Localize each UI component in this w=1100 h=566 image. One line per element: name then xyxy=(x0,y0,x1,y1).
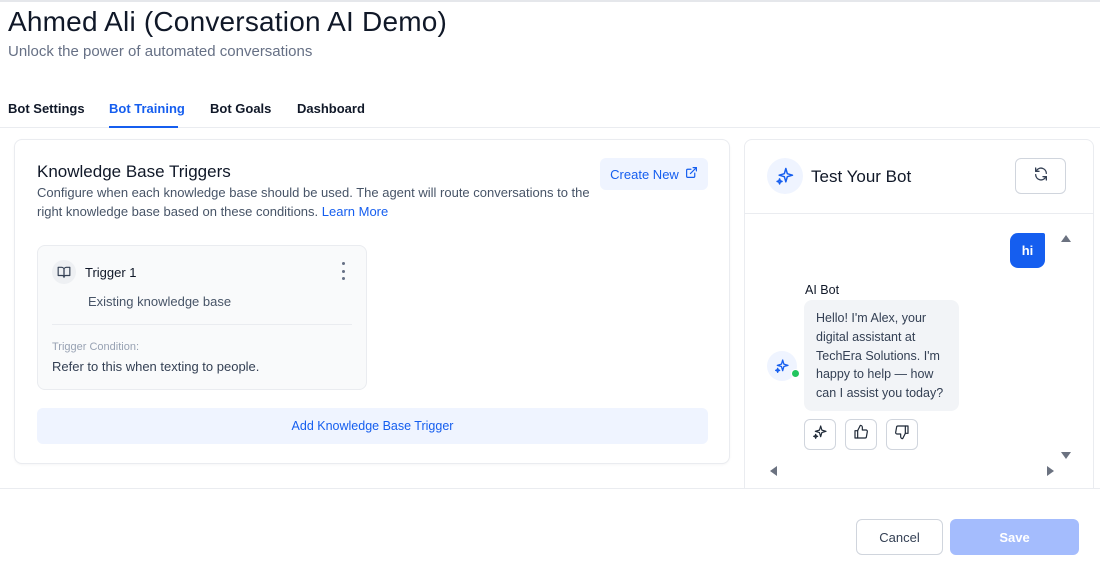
footer-bar: Cancel Save xyxy=(0,488,1100,566)
trigger-condition: Refer to this when texting to people. xyxy=(52,359,260,374)
page-title: Ahmed Ali (Conversation AI Demo) xyxy=(8,6,448,37)
book-icon xyxy=(52,260,76,284)
tab-bot-training[interactable]: Bot Training xyxy=(109,101,185,116)
page-subtitle: Unlock the power of automated conversati… xyxy=(8,43,313,60)
tab-bot-settings[interactable]: Bot Settings xyxy=(8,101,85,116)
trigger-name: Trigger 1 xyxy=(85,265,137,280)
description-text: Configure when each knowledge base shoul… xyxy=(37,185,590,219)
thumbs-down-icon xyxy=(894,424,910,445)
refresh-icon xyxy=(1033,166,1049,187)
bot-sender-name: AI Bot xyxy=(805,283,840,297)
sparkle-icon xyxy=(812,424,828,445)
create-new-label: Create New xyxy=(610,166,679,182)
thumbs-up-icon xyxy=(853,424,869,445)
trigger-knowledge-base: Existing knowledge base xyxy=(88,294,232,309)
add-knowledge-base-trigger-button[interactable]: Add Knowledge Base Trigger xyxy=(37,408,708,444)
test-bot-title: Test Your Bot xyxy=(811,167,912,186)
online-status-dot xyxy=(791,369,800,378)
save-button[interactable]: Save xyxy=(950,519,1079,555)
scroll-left-arrow[interactable] xyxy=(770,466,777,476)
scroll-down-arrow[interactable] xyxy=(1061,452,1071,459)
sparkle-action-button[interactable] xyxy=(804,419,836,450)
sparkle-icon xyxy=(767,158,803,194)
active-tab-indicator xyxy=(109,126,178,128)
learn-more-link[interactable]: Learn More xyxy=(322,204,388,219)
more-options-icon[interactable] xyxy=(337,262,349,280)
knowledge-base-description: Configure when each knowledge base shoul… xyxy=(37,184,597,221)
vertical-scrollbar[interactable] xyxy=(1059,233,1073,459)
top-divider xyxy=(0,0,1100,2)
test-bot-header: Test Your Bot xyxy=(745,140,1093,214)
external-link-icon xyxy=(685,166,698,182)
cancel-button[interactable]: Cancel xyxy=(856,519,943,555)
tab-bot-goals[interactable]: Bot Goals xyxy=(210,101,271,116)
message-actions xyxy=(804,419,918,450)
refresh-button[interactable] xyxy=(1015,158,1066,194)
scroll-up-arrow[interactable] xyxy=(1061,235,1071,242)
create-new-button[interactable]: Create New xyxy=(600,158,708,190)
user-message: hi xyxy=(1010,233,1045,268)
scroll-right-arrow[interactable] xyxy=(1047,466,1054,476)
thumbs-up-button[interactable] xyxy=(845,419,877,450)
knowledge-base-title: Knowledge Base Triggers xyxy=(37,162,231,181)
bot-message: Hello! I'm Alex, your digital assistant … xyxy=(804,300,959,411)
test-bot-panel: Test Your Bot hi AI Bot Hello! I'm Alex,… xyxy=(744,139,1094,499)
trigger-divider xyxy=(52,324,352,325)
trigger-condition-label: Trigger Condition: xyxy=(52,341,140,353)
trigger-card: Trigger 1 Existing knowledge base Trigge… xyxy=(37,245,367,390)
knowledge-base-panel: Knowledge Base Triggers Configure when e… xyxy=(14,139,730,464)
tab-bar: Bot Settings Bot Training Bot Goals Dash… xyxy=(0,90,1100,128)
tab-dashboard[interactable]: Dashboard xyxy=(297,101,365,116)
thumbs-down-button[interactable] xyxy=(886,419,918,450)
